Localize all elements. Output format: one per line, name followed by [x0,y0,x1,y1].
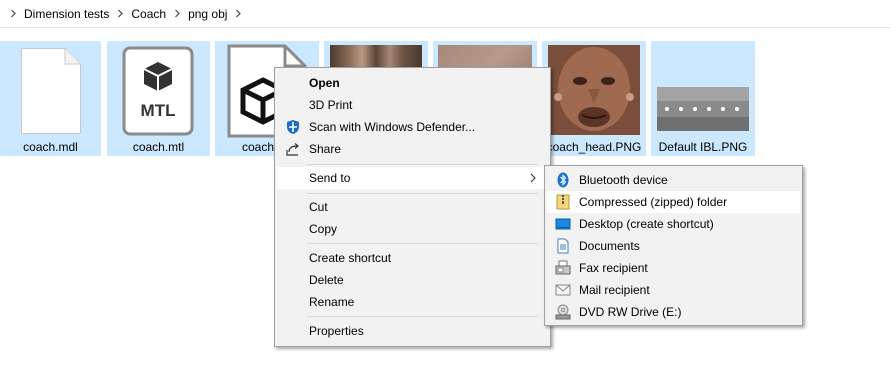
submenu-item-label: Mail recipient [579,283,650,297]
menu-item-label: 3D Print [309,98,353,112]
face-texture-thumbnail [548,45,640,135]
submenu-item-label: Bluetooth device [579,173,668,187]
dvd-drive-icon [555,304,571,320]
submenu-item-desktop[interactable]: Desktop (create shortcut) [547,213,800,235]
submenu-item-label: DVD RW Drive (E:) [579,305,682,319]
menu-separator [307,164,538,165]
file-name: coach.mdl [23,140,78,154]
submenu-item-dvd-drive[interactable]: DVD RW Drive (E:) [547,301,800,323]
submenu-item-bluetooth[interactable]: Bluetooth device [547,169,800,191]
file-tile-coach-mdl[interactable]: coach.mdl [0,41,101,156]
menu-item-label: Share [309,142,342,156]
submenu-item-fax[interactable]: Fax recipient [547,257,800,279]
breadcrumb: Dimension tests Coach png obj [0,0,890,28]
ibl-texture-thumbnail [657,87,749,131]
menu-item-properties[interactable]: Properties [277,320,548,342]
windows-defender-shield-icon [287,120,299,134]
documents-icon [557,238,569,254]
menu-item-3d-print[interactable]: 3D Print [277,94,548,116]
submenu-item-label: Desktop (create shortcut) [579,217,714,231]
breadcrumb-item-dimension-tests[interactable]: Dimension tests [20,4,113,24]
file-tile-coach-head-png[interactable]: coach_head.PNG [542,41,646,156]
menu-item-delete[interactable]: Delete [277,269,548,291]
submenu-arrow-icon [530,173,536,183]
submenu-item-label: Documents [579,239,640,253]
submenu-item-label: Compressed (zipped) folder [579,195,728,209]
menu-item-label: Open [309,76,340,90]
menu-item-rename[interactable]: Rename [277,291,548,313]
menu-item-send-to[interactable]: Send to [277,167,548,189]
blank-document-icon [21,48,81,134]
context-menu: Open 3D Print Scan with Windows Defender… [274,67,551,347]
share-icon [286,143,299,156]
menu-item-share[interactable]: Share [277,138,548,160]
menu-item-label: Create shortcut [309,251,392,265]
breadcrumb-chevron-icon[interactable] [231,9,245,18]
file-name: coach.mtl [132,140,185,154]
menu-separator [307,243,538,244]
mail-icon [555,284,571,296]
menu-item-label: Rename [309,295,355,309]
submenu-item-mail[interactable]: Mail recipient [547,279,800,301]
menu-item-cut[interactable]: Cut [277,196,548,218]
menu-item-label: Properties [309,324,364,338]
menu-item-open[interactable]: Open [277,72,548,94]
menu-item-label: Send to [309,171,351,185]
breadcrumb-chevron-icon[interactable] [6,9,20,18]
submenu-item-documents[interactable]: Documents [547,235,800,257]
desktop-icon [555,218,571,230]
menu-item-label: Scan with Windows Defender... [309,120,476,134]
mtl-file-icon: MTL [122,46,194,136]
menu-item-copy[interactable]: Copy [277,218,548,240]
mtl-badge-text: MTL [141,101,176,120]
submenu-item-label: Fax recipient [579,261,648,275]
menu-item-label: Cut [309,200,328,214]
bluetooth-icon [557,172,569,188]
fax-icon [555,260,571,275]
file-tile-default-ibl-png[interactable]: Default IBL.PNG [651,41,755,156]
file-name: coach_head.PNG [546,140,642,154]
menu-separator [307,193,538,194]
submenu-item-compressed-folder[interactable]: Compressed (zipped) folder [547,191,800,213]
file-name: Default IBL.PNG [658,140,748,154]
send-to-submenu: Bluetooth device Compressed (zipped) fol… [544,165,803,326]
menu-item-create-shortcut[interactable]: Create shortcut [277,247,548,269]
menu-separator [307,316,538,317]
menu-item-label: Delete [309,273,344,287]
file-tile-coach-mtl[interactable]: MTL coach.mtl [107,41,210,156]
breadcrumb-chevron-icon[interactable] [170,9,184,18]
breadcrumb-item-coach[interactable]: Coach [127,4,170,24]
menu-item-label: Copy [309,222,338,236]
zip-folder-icon [556,194,570,210]
breadcrumb-chevron-icon[interactable] [113,9,127,18]
breadcrumb-item-png-obj[interactable]: png obj [184,4,231,24]
menu-item-scan-defender[interactable]: Scan with Windows Defender... [277,116,548,138]
